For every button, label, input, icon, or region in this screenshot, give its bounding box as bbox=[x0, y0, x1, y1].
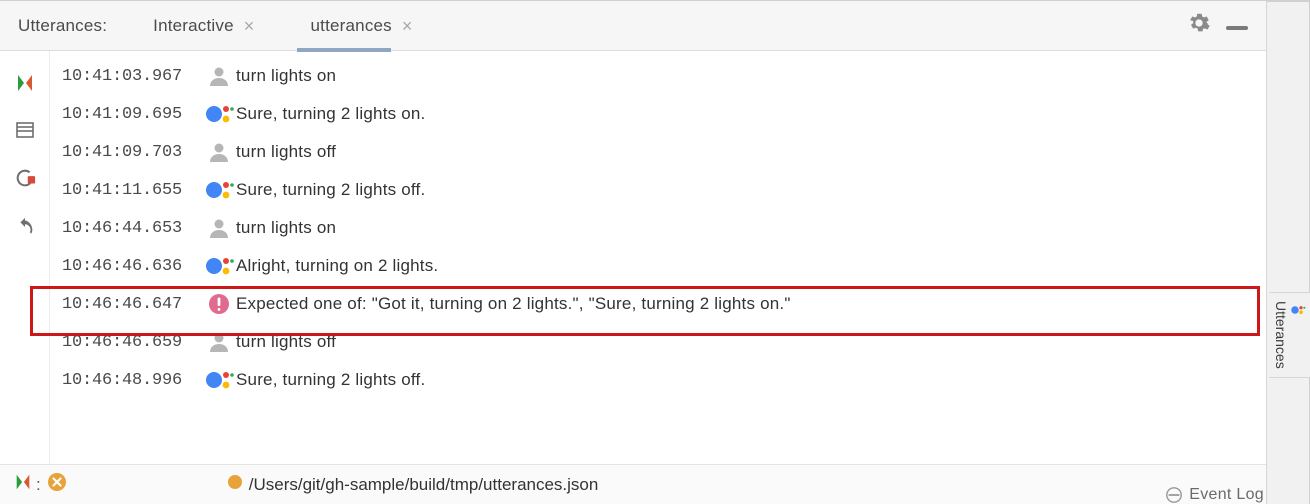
user-icon bbox=[202, 330, 236, 354]
log-row[interactable]: 10:46:46.636 Alright, turning on 2 lights… bbox=[62, 247, 1266, 285]
settings-icon[interactable] bbox=[1188, 12, 1210, 39]
log-message: turn lights off bbox=[236, 332, 336, 352]
footer: : /Users/git/gh-sample/build/tmp/utteran… bbox=[0, 464, 1266, 504]
log-row[interactable]: 10:41:11.655 Sure, turning 2 lights off. bbox=[62, 171, 1266, 209]
log-row[interactable]: 10:46:46.659 turn lights off bbox=[62, 323, 1266, 361]
log-view: 10:41:03.967 turn lights on 10:41:09.695 Su… bbox=[50, 51, 1266, 464]
utterances-tool-tab[interactable]: Utterances bbox=[1269, 292, 1310, 378]
assistant-icon bbox=[1289, 301, 1307, 363]
timestamp: 10:46:46.636 bbox=[62, 257, 202, 276]
timestamp: 10:41:09.695 bbox=[62, 105, 202, 124]
minimize-icon[interactable] bbox=[1226, 26, 1248, 30]
timestamp: 10:46:44.653 bbox=[62, 219, 202, 238]
timestamp: 10:41:11.655 bbox=[62, 181, 202, 200]
log-message: Sure, turning 2 lights on. bbox=[236, 104, 425, 124]
timestamp: 10:41:03.967 bbox=[62, 67, 202, 86]
assistant-icon bbox=[202, 253, 236, 279]
tab-utterances[interactable]: utterances × bbox=[303, 1, 421, 51]
log-message: turn lights off bbox=[236, 142, 336, 162]
log-message: Sure, turning 2 lights off. bbox=[236, 370, 425, 390]
log-row[interactable]: 10:46:48.996 Sure, turning 2 lights off. bbox=[62, 361, 1266, 399]
tab-label: Interactive bbox=[153, 16, 234, 36]
log-row[interactable]: 10:41:09.695 Sure, turning 2 lights on. bbox=[62, 95, 1266, 133]
tabbar: Utterances: Interactive × utterances × bbox=[0, 1, 1266, 51]
gutter bbox=[0, 51, 50, 464]
timestamp: 10:46:46.647 bbox=[62, 295, 202, 314]
warning-dot-icon bbox=[227, 474, 243, 495]
log-message: Expected one of: "Got it, turning on 2 l… bbox=[236, 294, 791, 314]
separator: : bbox=[36, 475, 41, 495]
close-circle-icon[interactable] bbox=[47, 472, 67, 497]
file-path: /Users/git/gh-sample/build/tmp/utterance… bbox=[249, 475, 599, 495]
undo-icon[interactable] bbox=[14, 216, 36, 243]
rail-tab-label: Utterances bbox=[1273, 301, 1289, 369]
user-icon bbox=[202, 216, 236, 240]
log-row[interactable]: 10:46:46.647 Expected one of: "Got it, tu… bbox=[62, 285, 1266, 323]
tab-interactive[interactable]: Interactive × bbox=[145, 1, 262, 51]
log-message: Sure, turning 2 lights off. bbox=[236, 180, 425, 200]
log-message: turn lights on bbox=[236, 66, 336, 86]
event-log-button[interactable]: Event Log bbox=[1165, 486, 1264, 504]
error-icon bbox=[202, 293, 236, 315]
log-row[interactable]: 10:46:44.653 turn lights on bbox=[62, 209, 1266, 247]
panel-title: Utterances: bbox=[18, 16, 107, 36]
tab-label: utterances bbox=[311, 16, 392, 36]
close-icon[interactable]: × bbox=[244, 17, 255, 35]
close-icon[interactable]: × bbox=[402, 17, 413, 35]
user-icon bbox=[202, 140, 236, 164]
timestamp: 10:46:46.659 bbox=[62, 333, 202, 352]
user-icon bbox=[202, 64, 236, 88]
restart-icon[interactable] bbox=[14, 167, 36, 194]
trace-icon[interactable] bbox=[15, 120, 35, 145]
log-message: turn lights on bbox=[236, 218, 336, 238]
log-row[interactable]: 10:41:03.967 turn lights on bbox=[62, 57, 1266, 95]
assistant-icon bbox=[202, 177, 236, 203]
run-rerun-icon[interactable] bbox=[14, 473, 32, 496]
log-message: Alright, turning on 2 lights. bbox=[236, 256, 438, 276]
log-row[interactable]: 10:41:09.703 turn lights off bbox=[62, 133, 1266, 171]
timestamp: 10:46:48.996 bbox=[62, 371, 202, 390]
assistant-icon bbox=[202, 101, 236, 127]
right-rail: Utterances bbox=[1267, 1, 1309, 504]
assistant-icon bbox=[202, 367, 236, 393]
timestamp: 10:41:09.703 bbox=[62, 143, 202, 162]
run-rerun-icon[interactable] bbox=[15, 73, 35, 98]
